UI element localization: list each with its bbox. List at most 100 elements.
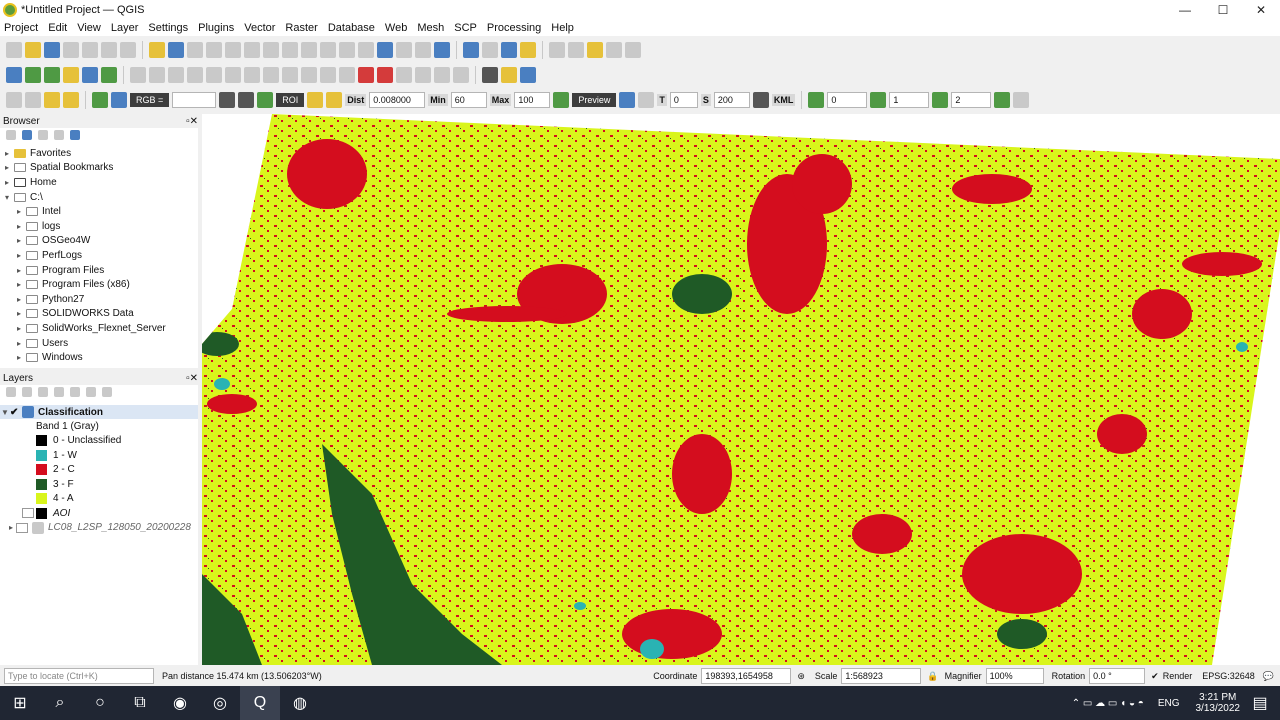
- scp-input-icon[interactable]: [63, 92, 79, 108]
- processing-toolbox-icon[interactable]: [501, 42, 517, 58]
- style-manager-icon[interactable]: [120, 42, 136, 58]
- roi-button[interactable]: ROI: [276, 93, 305, 107]
- edit-pencil-icon[interactable]: [63, 67, 79, 83]
- tree-expand-icon[interactable]: ▸: [14, 295, 24, 304]
- scp-preview-icon[interactable]: [619, 92, 636, 108]
- attribute-table-icon[interactable]: [549, 42, 565, 58]
- save-project-icon[interactable]: [44, 42, 60, 58]
- locator-search-input[interactable]: Type to locate (Ctrl+K): [4, 668, 154, 684]
- scp-roi-pointer-icon[interactable]: [219, 92, 236, 108]
- new-map-view-icon[interactable]: [339, 42, 355, 58]
- pan-selection-icon[interactable]: [168, 42, 184, 58]
- scp-dilation-icon[interactable]: [994, 92, 1011, 108]
- browser-item-7[interactable]: ▸ PerfLogs: [0, 248, 198, 263]
- cortana-icon[interactable]: ○: [80, 686, 120, 720]
- kml-button[interactable]: KML: [771, 94, 796, 106]
- properties-icon[interactable]: [70, 130, 80, 140]
- tree-expand-icon[interactable]: ▸: [14, 222, 24, 231]
- tree-expand-icon[interactable]: ▸: [14, 251, 24, 260]
- identify-icon[interactable]: [463, 42, 479, 58]
- pan-hand-icon[interactable]: [149, 42, 165, 58]
- menu-web[interactable]: Web: [385, 22, 407, 34]
- copy-features-icon[interactable]: [244, 67, 260, 83]
- bookmark-icon[interactable]: [377, 42, 393, 58]
- search-icon[interactable]: ⌕: [40, 686, 80, 720]
- highlight-label-icon[interactable]: [358, 67, 374, 83]
- browser-item-4[interactable]: ▸ Intel: [0, 204, 198, 219]
- browser-item-13[interactable]: ▸ Users: [0, 336, 198, 351]
- layer-landsat[interactable]: ▸ LC08_L2SP_128050_20200228: [0, 521, 198, 536]
- cut-features-icon[interactable]: [225, 67, 241, 83]
- qgis-taskbar-icon[interactable]: Q: [240, 686, 280, 720]
- aoi-checkbox[interactable]: [22, 508, 34, 519]
- scp-zoom-image-icon[interactable]: [111, 92, 127, 108]
- scp-undo-edit-icon[interactable]: [1013, 92, 1030, 108]
- coordinate-field[interactable]: 198393,1654958: [701, 668, 792, 684]
- tree-expand-icon[interactable]: ▸: [14, 266, 24, 275]
- text-annotation-icon[interactable]: [625, 42, 641, 58]
- chrome-icon[interactable]: ◎: [200, 686, 240, 720]
- panel-float-close-icon[interactable]: ▫✕: [186, 116, 198, 127]
- menu-vector[interactable]: Vector: [244, 22, 275, 34]
- zoom-selection-icon[interactable]: [244, 42, 260, 58]
- scp-sieve-icon[interactable]: [870, 92, 887, 108]
- abc-label-icon[interactable]: [377, 67, 393, 83]
- scp-band-set-icon[interactable]: [44, 92, 60, 108]
- scp-roi-redo-icon[interactable]: [238, 92, 255, 108]
- manage-visibility-icon[interactable]: [38, 387, 48, 397]
- tree-expand-icon[interactable]: ▸: [2, 163, 12, 172]
- undo-icon[interactable]: [282, 67, 298, 83]
- app-icon-1[interactable]: ◉: [160, 686, 200, 720]
- tree-expand-icon[interactable]: ▸: [14, 353, 24, 362]
- save-as-icon[interactable]: [63, 42, 79, 58]
- zoom-last-icon[interactable]: [301, 42, 317, 58]
- layer-classification[interactable]: ▼ ✔ Classification: [0, 405, 198, 419]
- open-project-icon[interactable]: [25, 42, 41, 58]
- tree-expand-icon[interactable]: ▸: [14, 324, 24, 333]
- move-label-icon[interactable]: [396, 67, 412, 83]
- menu-edit[interactable]: Edit: [48, 22, 67, 34]
- magnifier-field[interactable]: 100%: [985, 668, 1044, 684]
- browser-item-8[interactable]: ▸ Program Files: [0, 263, 198, 278]
- rotate-label-icon[interactable]: [415, 67, 431, 83]
- menu-plugins[interactable]: Plugins: [198, 22, 234, 34]
- menu-view[interactable]: View: [77, 22, 101, 34]
- scp-field-1[interactable]: 0: [827, 92, 868, 108]
- scp-redo-preview-icon[interactable]: [638, 92, 655, 108]
- scp-show-icon[interactable]: [25, 92, 41, 108]
- vertex-tool-icon[interactable]: [187, 67, 203, 83]
- tree-expand-icon[interactable]: ▸: [14, 236, 24, 245]
- render-checkbox[interactable]: ✔: [1151, 671, 1159, 682]
- browser-item-6[interactable]: ▸ OSGeo4W: [0, 234, 198, 249]
- add-raster-icon[interactable]: [82, 67, 98, 83]
- browser-item-10[interactable]: ▸ Python27: [0, 292, 198, 307]
- task-view-icon[interactable]: ⧉: [120, 686, 160, 720]
- print-layout-icon[interactable]: [82, 42, 98, 58]
- start-windows-icon[interactable]: ⊞: [0, 686, 40, 720]
- close-button[interactable]: ✕: [1242, 0, 1280, 20]
- add-group-icon[interactable]: [22, 387, 32, 397]
- plugin-tool-icon[interactable]: [501, 67, 517, 83]
- style-layer-icon[interactable]: [6, 387, 16, 397]
- menu-layer[interactable]: Layer: [111, 22, 139, 34]
- layers-float-close-icon[interactable]: ▫✕: [186, 373, 198, 384]
- classification-map[interactable]: [202, 114, 1280, 665]
- minimize-button[interactable]: —: [1166, 0, 1204, 20]
- redo-icon[interactable]: [301, 67, 317, 83]
- menu-project[interactable]: Project: [4, 22, 38, 34]
- filter-browser-icon[interactable]: [38, 130, 48, 140]
- menu-processing[interactable]: Processing: [487, 22, 541, 34]
- landsat-checkbox[interactable]: [16, 522, 28, 533]
- virtual-layer-icon[interactable]: [101, 67, 117, 83]
- scp-edit-raster-icon[interactable]: [808, 92, 825, 108]
- plugin-help-icon[interactable]: [520, 67, 536, 83]
- show-hide-label-icon[interactable]: [453, 67, 469, 83]
- save-edits-icon[interactable]: [149, 67, 165, 83]
- refresh-icon[interactable]: [434, 42, 450, 58]
- data-source-manager-icon[interactable]: [6, 67, 22, 83]
- extents-toggle-icon[interactable]: ⊛: [797, 671, 805, 682]
- new-project-icon[interactable]: [6, 42, 22, 58]
- zoom-out-icon[interactable]: [206, 42, 222, 58]
- scp-main-icon[interactable]: [92, 92, 108, 108]
- zoom-in-icon[interactable]: [187, 42, 203, 58]
